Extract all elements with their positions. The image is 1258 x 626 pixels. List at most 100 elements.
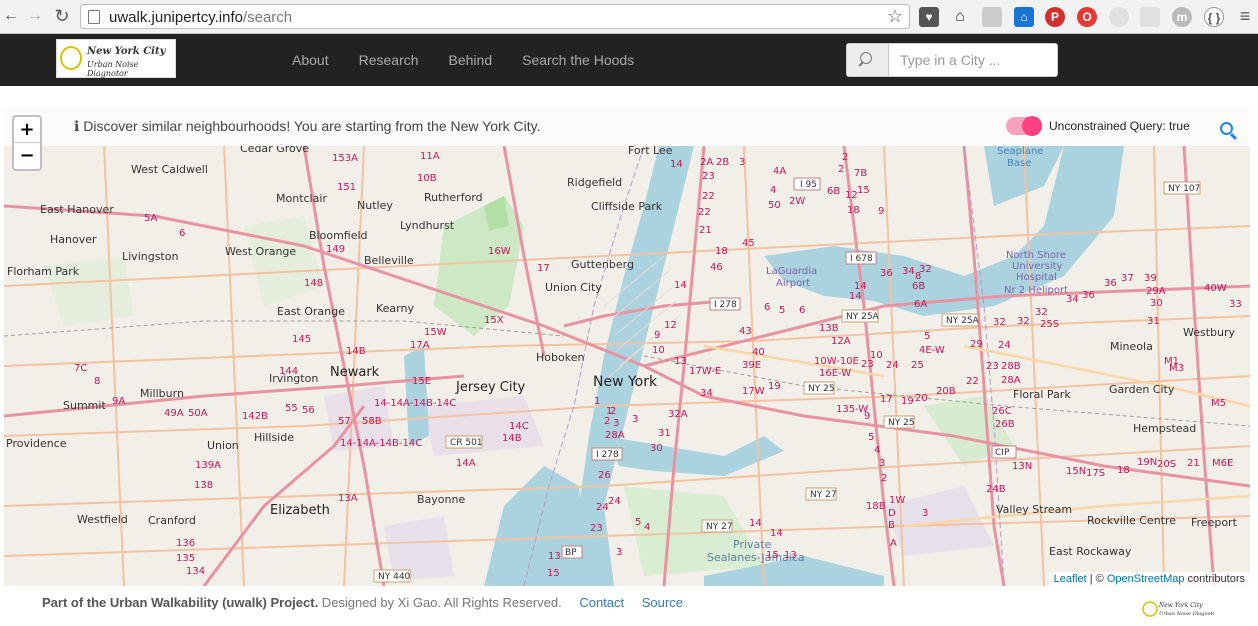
museum-icon[interactable]: ⌂ xyxy=(950,7,970,27)
svg-text:16W: 16W xyxy=(488,246,511,257)
svg-text:CIP: CIP xyxy=(995,448,1010,458)
svg-text:26: 26 xyxy=(598,470,611,481)
svg-text:Elizabeth: Elizabeth xyxy=(270,503,330,518)
svg-text:15X: 15X xyxy=(484,315,504,326)
svg-text:13B: 13B xyxy=(819,323,839,334)
pocket-icon[interactable]: ♥ xyxy=(919,7,939,27)
svg-text:3: 3 xyxy=(739,157,745,168)
zoom-in-button[interactable]: + xyxy=(14,117,40,143)
svg-text:Bayonne: Bayonne xyxy=(417,493,465,506)
menu-search-hoods[interactable]: Search the Hoods xyxy=(507,34,649,86)
svg-text:Urban Noise Diagnotor: Urban Noise Diagnotor xyxy=(1159,611,1214,617)
svg-text:Union: Union xyxy=(207,439,239,452)
svg-text:135: 135 xyxy=(176,553,195,564)
m-extension-icon[interactable]: m xyxy=(1172,7,1192,27)
svg-text:55: 55 xyxy=(285,403,298,414)
svg-text:Hempstead: Hempstead xyxy=(1133,422,1196,435)
svg-text:43: 43 xyxy=(739,326,752,337)
bookmark-star-icon[interactable]: ☆ xyxy=(887,6,903,27)
map[interactable]: New York Newark Jersey City Hoboken Eliz… xyxy=(4,106,1250,586)
opera-icon[interactable]: O xyxy=(1077,7,1097,27)
svg-text:148: 148 xyxy=(304,278,323,289)
footer-contact-link[interactable]: Contact xyxy=(579,595,624,610)
info-icon: ℹ xyxy=(74,118,84,134)
svg-text:57: 57 xyxy=(338,416,351,427)
leaflet-link[interactable]: Leaflet xyxy=(1054,573,1087,585)
svg-text:M6E: M6E xyxy=(1212,458,1233,469)
svg-text:34: 34 xyxy=(902,266,915,277)
svg-text:Millburn: Millburn xyxy=(140,387,184,400)
svg-text:37: 37 xyxy=(1121,273,1134,284)
forward-icon[interactable]: → xyxy=(26,7,44,25)
footer-source-link[interactable]: Source xyxy=(642,595,683,610)
svg-text:14: 14 xyxy=(674,280,687,291)
svg-text:19: 19 xyxy=(768,381,781,392)
svg-text:18: 18 xyxy=(1117,465,1130,476)
svg-text:Guttenberg: Guttenberg xyxy=(571,258,634,271)
code-extension-icon[interactable]: { } xyxy=(1204,7,1224,27)
svg-text:24: 24 xyxy=(596,502,609,513)
sync-icon[interactable] xyxy=(1109,7,1129,27)
svg-text:32A: 32A xyxy=(668,409,688,420)
svg-text:14: 14 xyxy=(849,291,862,302)
pinterest-icon[interactable]: P xyxy=(1045,7,1065,27)
menu-about[interactable]: About xyxy=(277,34,344,86)
svg-text:19: 19 xyxy=(901,396,914,407)
svg-text:17A: 17A xyxy=(410,340,430,351)
menu-research[interactable]: Research xyxy=(344,34,434,86)
svg-text:24: 24 xyxy=(998,340,1011,351)
footer: Part of the Urban Walkability (uwalk) Pr… xyxy=(42,595,683,610)
svg-text:Belleville: Belleville xyxy=(364,254,414,267)
svg-text:136: 136 xyxy=(176,538,195,549)
svg-text:34: 34 xyxy=(1066,294,1079,305)
svg-text:Summit: Summit xyxy=(63,399,106,412)
svg-text:M5: M5 xyxy=(1211,398,1226,409)
svg-text:18B: 18B xyxy=(866,501,886,512)
svg-text:23: 23 xyxy=(702,171,715,182)
svg-text:14-14A-14B-14C: 14-14A-14B-14C xyxy=(374,398,456,409)
svg-text:4: 4 xyxy=(644,522,650,533)
svg-text:26C: 26C xyxy=(992,406,1012,417)
svg-text:NY 440: NY 440 xyxy=(378,572,411,582)
svg-text:144: 144 xyxy=(279,366,298,377)
svg-text:Westfield: Westfield xyxy=(77,513,128,526)
chat-icon[interactable] xyxy=(982,7,1002,27)
svg-text:15: 15 xyxy=(857,185,870,196)
browser-toolbar: ← → ↻ uwalk.junipertcy.info/search ☆ ♥ ⌂… xyxy=(0,0,1258,34)
svg-text:36: 36 xyxy=(1104,278,1117,289)
site-logo[interactable]: New York City Urban Noise Diagnotor xyxy=(56,39,176,78)
svg-text:45: 45 xyxy=(742,238,755,249)
main-menu: About Research Behind Search the Hoods xyxy=(277,34,649,86)
svg-text:2W: 2W xyxy=(789,196,805,207)
svg-text:13A: 13A xyxy=(338,493,358,504)
bank-icon[interactable]: ⌂ xyxy=(1014,7,1034,27)
svg-text:5: 5 xyxy=(868,432,874,443)
reload-icon[interactable]: ↻ xyxy=(53,7,71,25)
menu-hamburger-icon[interactable]: ≡ xyxy=(1236,7,1254,25)
svg-text:30: 30 xyxy=(650,443,663,454)
svg-text:Mineola: Mineola xyxy=(1110,340,1153,353)
city-search-input[interactable] xyxy=(890,44,1057,76)
svg-text:I 678: I 678 xyxy=(850,254,873,264)
svg-text:17: 17 xyxy=(880,394,893,405)
svg-text:24: 24 xyxy=(608,496,621,507)
svg-text:D: D xyxy=(888,508,896,519)
svg-text:24: 24 xyxy=(886,360,899,371)
reader-icon[interactable] xyxy=(1140,7,1160,27)
address-bar[interactable]: uwalk.junipertcy.info/search ☆ xyxy=(80,4,910,29)
footer-project: Part of the Urban Walkability (uwalk) Pr… xyxy=(42,595,319,610)
svg-text:1: 1 xyxy=(594,396,600,407)
svg-text:Base: Base xyxy=(1007,158,1031,169)
unconstrained-query-toggle[interactable] xyxy=(1006,116,1042,136)
svg-text:Florham Park: Florham Park xyxy=(7,265,80,278)
menu-behind[interactable]: Behind xyxy=(434,34,508,86)
svg-text:17W: 17W xyxy=(742,386,765,397)
svg-text:Livingston: Livingston xyxy=(122,250,178,263)
osm-link[interactable]: OpenStreetMap xyxy=(1107,573,1185,585)
zoom-out-button[interactable]: − xyxy=(14,143,40,169)
svg-text:Hoboken: Hoboken xyxy=(536,351,584,364)
svg-text:139A: 139A xyxy=(195,460,221,471)
back-icon[interactable]: ← xyxy=(2,7,20,25)
svg-text:13: 13 xyxy=(548,551,561,562)
svg-text:5: 5 xyxy=(924,331,930,342)
